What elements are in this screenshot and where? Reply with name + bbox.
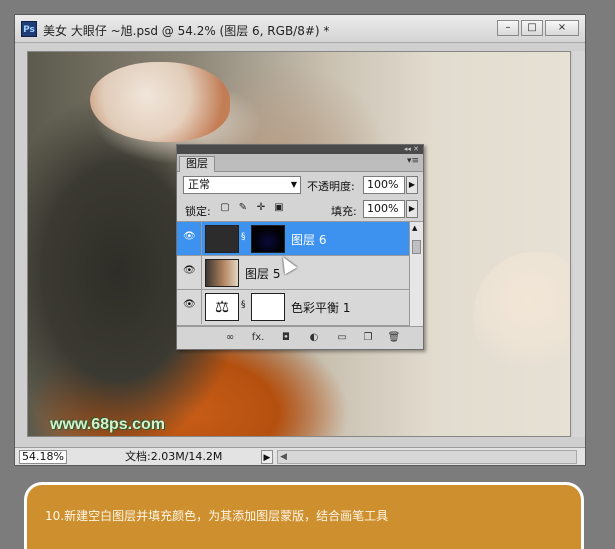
fill-label: 填充: <box>331 205 357 218</box>
zoom-field[interactable]: 54.18% <box>19 450 67 464</box>
mask-icon[interactable]: ◘ <box>279 331 293 345</box>
status-menu-arrow-icon[interactable]: ▶ <box>261 450 273 464</box>
instruction-banner: 10.新建空白图层并填充颜色，为其添加图层蒙版，结合画笔工具 <box>24 482 584 549</box>
group-folder-icon[interactable]: ▭ <box>335 331 349 345</box>
adjustment-icon[interactable]: ◐ <box>307 331 321 345</box>
close-button[interactable]: × <box>545 20 579 36</box>
link-chain-icon[interactable]: § <box>241 232 246 242</box>
row-divider <box>201 222 202 256</box>
layers-scrollbar[interactable]: ▲ <box>409 222 423 326</box>
minimize-button[interactable]: – <box>497 20 519 36</box>
title-bar[interactable]: Ps 美女 大眼仔 ~旭.psd @ 54.2% (图层 6, RGB/8#) … <box>15 15 585 43</box>
watermark-text: www.68ps.com <box>50 416 165 433</box>
link-chain-icon[interactable]: § <box>241 300 246 310</box>
layer-mask-thumbnail[interactable] <box>251 225 285 253</box>
eye-icon[interactable]: 👁 <box>183 265 196 277</box>
trash-icon[interactable]: 🗑 <box>387 331 401 345</box>
lock-move-icon[interactable]: ✛ <box>255 202 267 214</box>
window-title: 美女 大眼仔 ~旭.psd @ 54.2% (图层 6, RGB/8#) * <box>43 24 330 38</box>
link-icon[interactable]: ∞ <box>223 331 237 345</box>
window-controls: – □ × <box>497 20 579 36</box>
scroll-up-arrow-icon[interactable]: ▲ <box>412 224 417 232</box>
screenshot-root: Ps 美女 大眼仔 ~旭.psd @ 54.2% (图层 6, RGB/8#) … <box>0 0 615 549</box>
document-size-info: 文档:2.03M/14.2M <box>125 450 223 463</box>
lock-all-icon[interactable]: ▣ <box>273 202 285 214</box>
layer-row-6[interactable]: 👁 § 图层 6 <box>177 222 409 256</box>
status-bar: 54.18% 文档:2.03M/14.2M ▶ ◀ <box>15 447 585 465</box>
panel-collapse-bar[interactable]: ◂◂ ✕ <box>177 145 423 154</box>
layer-name: 图层 5 <box>245 267 281 281</box>
eye-icon[interactable]: 👁 <box>183 299 196 311</box>
eye-icon[interactable]: 👁 <box>183 231 196 243</box>
panel-bottom-toolbar: ∞ fx. ◘ ◐ ▭ ❐ 🗑 <box>177 326 423 348</box>
chevron-down-icon: ▼ <box>290 180 297 189</box>
blend-mode-select[interactable]: 正常 ▼ <box>183 176 301 194</box>
scroll-left-arrow-icon[interactable]: ◀ <box>280 451 287 463</box>
row-divider <box>201 256 202 290</box>
layers-panel: ◂◂ ✕ 图层 ▾≡ 正常 ▼ 不透明度: 100% ▶ 锁定: ▢ ✎ ✛ ▣… <box>176 144 424 350</box>
blend-opacity-row: 正常 ▼ 不透明度: 100% ▶ <box>177 172 423 198</box>
lock-brush-icon[interactable]: ✎ <box>237 202 249 214</box>
hair-flower-decoration <box>90 62 230 142</box>
balance-scale-icon[interactable]: ⚖ <box>205 293 239 321</box>
adjustment-mask-thumbnail[interactable] <box>251 293 285 321</box>
panel-tab-bar: 图层 ▾≡ <box>177 154 423 172</box>
opacity-input[interactable]: 100% <box>363 176 405 194</box>
lock-label: 锁定: <box>185 205 211 218</box>
lock-fill-row: 锁定: ▢ ✎ ✛ ▣ 填充: 100% ▶ <box>177 198 423 222</box>
fx-icon[interactable]: fx. <box>251 331 265 345</box>
panel-menu-icon[interactable]: ▾≡ <box>407 156 419 166</box>
tab-layers[interactable]: 图层 <box>179 156 215 172</box>
blend-mode-value: 正常 <box>188 178 210 191</box>
layer-thumbnail[interactable] <box>205 225 239 253</box>
fill-slider-arrow-icon[interactable]: ▶ <box>406 200 418 218</box>
fill-input[interactable]: 100% <box>363 200 405 218</box>
layer-list: 👁 § 图层 6 👁 图层 5 👁 ⚖ § 色彩平衡 1 ▲ <box>177 222 423 326</box>
opacity-slider-arrow-icon[interactable]: ▶ <box>406 176 418 194</box>
horizontal-scrollbar[interactable]: ◀ <box>277 450 577 464</box>
photoshop-logo-icon: Ps <box>21 21 37 37</box>
instruction-text: 10.新建空白图层并填充颜色，为其添加图层蒙版，结合画笔工具 <box>45 509 389 523</box>
opacity-label: 不透明度: <box>307 180 355 193</box>
scroll-thumb[interactable] <box>412 240 421 254</box>
vertical-scrollbar[interactable] <box>573 51 585 437</box>
row-divider <box>201 290 202 324</box>
lock-transparency-icon[interactable]: ▢ <box>219 202 231 214</box>
layer-name: 色彩平衡 1 <box>291 301 351 315</box>
new-layer-icon[interactable]: ❐ <box>361 331 375 345</box>
layer-row-color-balance[interactable]: 👁 ⚖ § 色彩平衡 1 <box>177 290 409 326</box>
layer-thumbnail[interactable] <box>205 259 239 287</box>
layer-name: 图层 6 <box>291 233 327 247</box>
maximize-button[interactable]: □ <box>521 20 543 36</box>
